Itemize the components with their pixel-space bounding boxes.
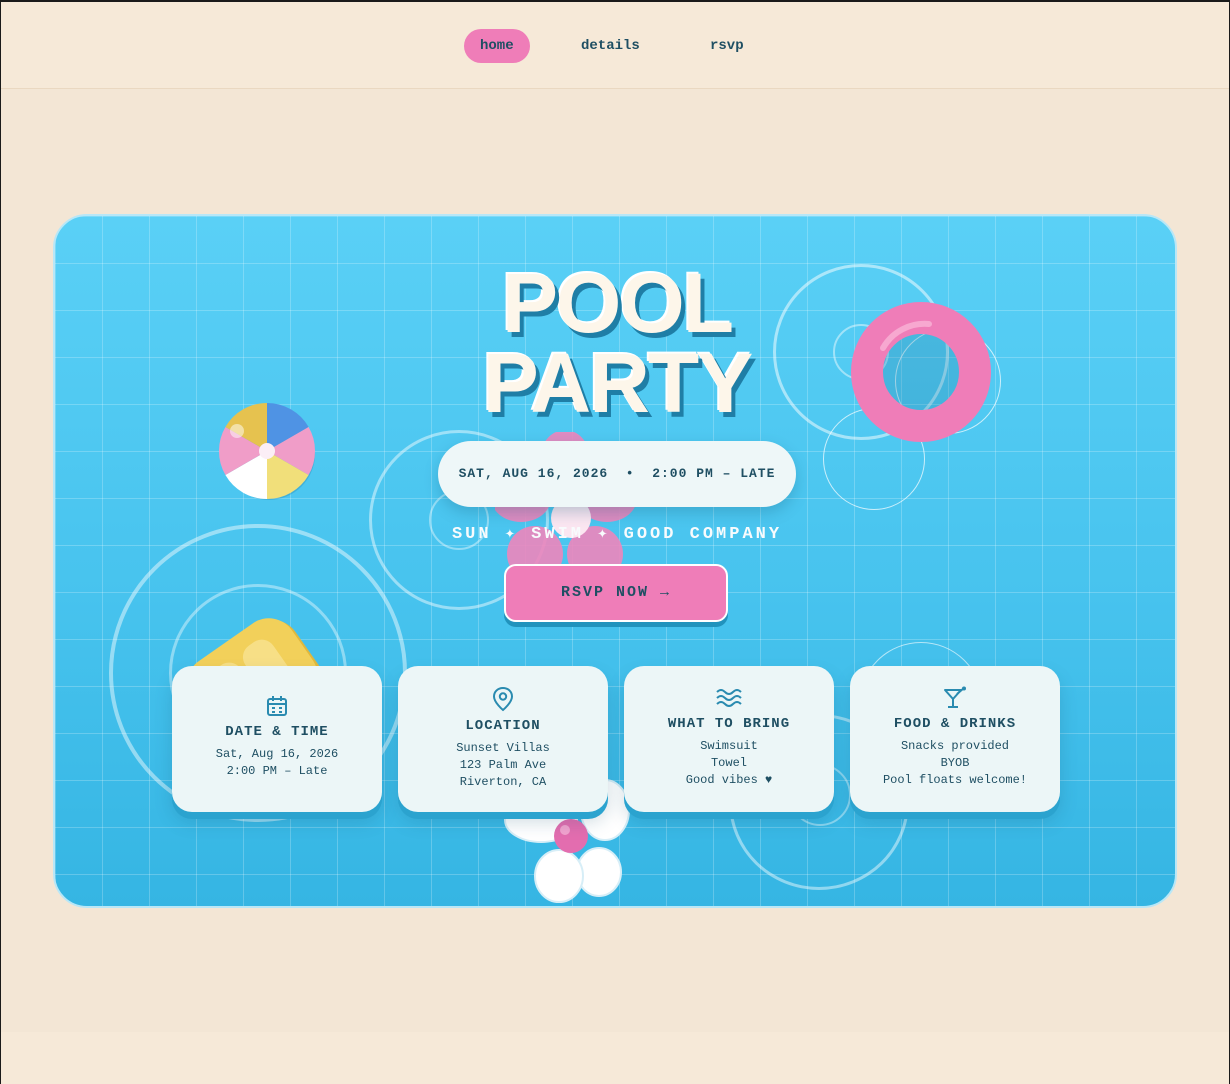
rsvp-now-button[interactable]: RSVP NOW → (504, 564, 728, 622)
card-title: WHAT TO BRING (667, 716, 791, 732)
calendar-icon (267, 696, 287, 716)
card-line: Swimsuit (700, 739, 758, 753)
location-pin-icon (492, 686, 514, 712)
top-nav: home details rsvp (1, 2, 1229, 89)
card-line: 123 Palm Ave (459, 758, 547, 772)
card-line: Snacks provided (900, 739, 1010, 753)
title-party: PARTY (482, 336, 753, 430)
tagline: SUN ✦ SWIM ✦ GOOD COMPANY (451, 525, 783, 544)
cocktail-icon (944, 686, 966, 708)
card-title: LOCATION (465, 718, 541, 734)
card-line: 2:00 PM – Late (226, 764, 328, 778)
card-line: Towel (710, 756, 747, 770)
card-line: BYOB (940, 756, 970, 770)
card-title: DATE & TIME (225, 724, 329, 740)
hero-pool-banner: POOL PARTY SAT, AUG 16, 2026 • 2:00 PM –… (53, 214, 1177, 908)
card-line: Good vibes ♥ (685, 773, 773, 787)
card-title: FOOD & DRINKS (893, 716, 1017, 732)
card-line: Sunset Villas (456, 741, 550, 755)
card-line: Riverton, CA (459, 775, 547, 789)
nav-home-link[interactable]: home (464, 29, 530, 63)
waves-icon (716, 689, 742, 707)
card-line: Pool floats welcome! (882, 773, 1028, 787)
nav-details-link[interactable]: details (565, 29, 656, 63)
date-time-pill: SAT, AUG 16, 2026 • 2:00 PM – LATE (438, 441, 796, 507)
info-card-date-time: DATE & TIME Sat, Aug 16, 2026 2:00 PM – … (172, 666, 382, 812)
title-pool: POOL (501, 256, 734, 350)
nav-rsvp-link[interactable]: rsvp (694, 29, 760, 63)
info-card-what-to-bring: WHAT TO BRING Swimsuit Towel Good vibes … (624, 666, 834, 812)
card-line: Sat, Aug 16, 2026 (215, 747, 339, 761)
page-footer-band (1, 1032, 1229, 1084)
info-card-food-drinks: FOOD & DRINKS Snacks provided BYOB Pool … (850, 666, 1060, 812)
info-card-location: LOCATION Sunset Villas 123 Palm Ave Rive… (398, 666, 608, 812)
